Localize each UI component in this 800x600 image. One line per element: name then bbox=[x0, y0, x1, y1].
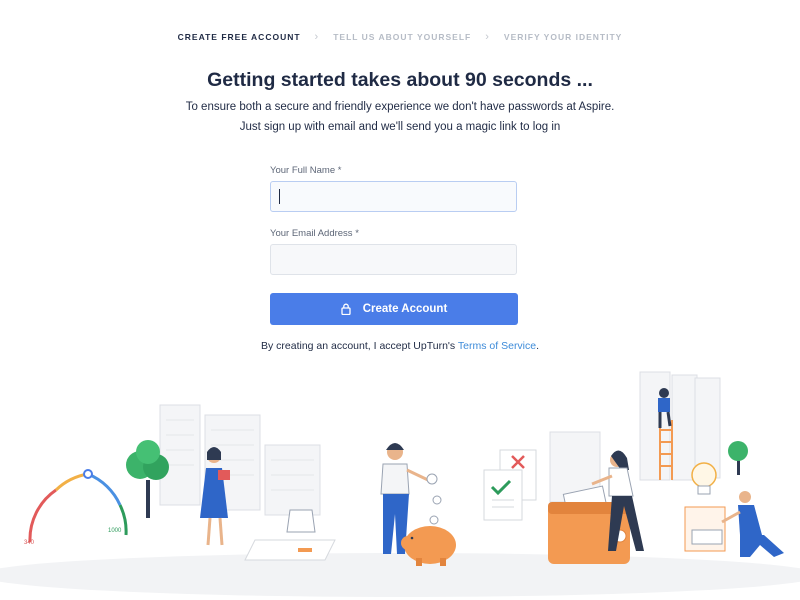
subtitle-line-1: To ensure both a secure and friendly exp… bbox=[185, 101, 615, 113]
create-account-label: Create Account bbox=[362, 303, 448, 315]
step-about-yourself: TELL US ABOUT YOURSELF bbox=[333, 32, 472, 42]
terms-suffix: . bbox=[536, 340, 540, 352]
tree-right bbox=[728, 441, 748, 475]
email-input[interactable] bbox=[270, 244, 517, 275]
step-create-account: CREATE FREE ACCOUNT bbox=[177, 32, 301, 42]
create-account-button[interactable]: Create Account bbox=[270, 293, 518, 325]
ground-documents bbox=[244, 509, 336, 561]
text-cursor bbox=[279, 189, 280, 204]
chevron-right-icon: › bbox=[314, 31, 320, 43]
chevron-right-icon: › bbox=[485, 31, 490, 43]
terms-of-service-link[interactable]: Terms of Service bbox=[458, 340, 536, 352]
mechanic-figure bbox=[721, 491, 784, 557]
page-title: Getting started takes about 90 seconds .… bbox=[207, 69, 593, 91]
subtitle-line-2: Just sign up with email and we'll send y… bbox=[239, 121, 561, 133]
full-name-label: Your Full Name * bbox=[270, 165, 342, 176]
checklist-cards bbox=[483, 449, 537, 521]
gauge-min-label: 340 bbox=[24, 540, 35, 546]
terms-notice: By creating an account, I accept UpTurn'… bbox=[0, 340, 800, 352]
gauge-max-label: 1000 bbox=[108, 528, 122, 534]
step-verify-identity: VERIFY YOUR IDENTITY bbox=[503, 32, 623, 42]
full-name-input[interactable] bbox=[270, 181, 517, 212]
terms-prefix: By creating an account, I accept UpTurn'… bbox=[260, 340, 458, 352]
progress-stepper: CREATE FREE ACCOUNT › TELL US ABOUT YOUR… bbox=[0, 31, 800, 43]
email-label: Your Email Address * bbox=[270, 228, 359, 239]
hero-illustration bbox=[0, 371, 800, 597]
lock-icon bbox=[341, 303, 351, 315]
